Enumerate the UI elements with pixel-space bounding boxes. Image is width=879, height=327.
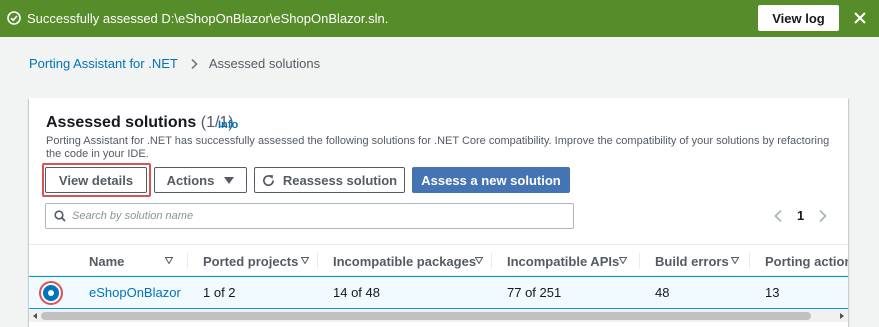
pagination: 1 — [773, 208, 828, 223]
actions-label: Actions — [166, 172, 215, 188]
solution-name-link[interactable]: eShopOnBlazor — [89, 285, 181, 300]
check-circle-icon — [7, 11, 21, 25]
scroll-left-arrow-icon[interactable] — [31, 312, 39, 320]
panel-description: Porting Assistant for .NET has successfu… — [46, 135, 830, 160]
column-separator — [317, 253, 318, 269]
chevron-left-icon[interactable] — [773, 209, 783, 223]
horizontal-scrollbar[interactable] — [29, 310, 848, 322]
table-row[interactable]: eShopOnBlazor 1 of 2 14 of 48 77 of 251 … — [29, 276, 848, 309]
reassess-label: Reassess solution — [282, 172, 398, 188]
column-header-name[interactable]: Name — [89, 245, 124, 277]
chevron-right-icon — [191, 58, 198, 69]
column-separator — [749, 253, 750, 269]
column-header-build-errors[interactable]: Build errors — [655, 245, 729, 277]
flash-message: Successfully assessed D:\eShopOnBlazor\e… — [27, 11, 389, 26]
caret-down-icon — [224, 176, 235, 184]
sort-caret-icon[interactable] — [301, 257, 309, 264]
breadcrumb-root-link[interactable]: Porting Assistant for .NET — [29, 56, 178, 71]
column-header-incompatible-packages[interactable]: Incompatible packages — [333, 245, 476, 277]
current-page[interactable]: 1 — [797, 208, 804, 223]
search-input[interactable] — [72, 210, 562, 222]
scrollbar-thumb[interactable] — [41, 312, 811, 320]
info-link[interactable]: Info — [218, 119, 238, 131]
page-title-text: Assessed solutions — [46, 114, 197, 131]
column-header-incompatible-apis[interactable]: Incompatible APIs — [507, 245, 619, 277]
view-details-button[interactable]: View details — [45, 167, 147, 193]
refresh-icon — [262, 174, 274, 186]
sort-caret-icon[interactable] — [619, 257, 627, 264]
actions-dropdown-button[interactable]: Actions — [154, 167, 247, 193]
cell-build-errors: 48 — [655, 285, 670, 300]
column-header-ported-projects[interactable]: Ported projects — [203, 245, 298, 277]
column-header-porting-actions[interactable]: Porting actions — [765, 245, 848, 277]
column-separator — [639, 253, 640, 269]
breadcrumb-current: Assessed solutions — [208, 56, 321, 71]
search-icon — [54, 210, 66, 222]
assess-new-solution-button[interactable]: Assess a new solution — [412, 167, 570, 193]
scroll-right-arrow-icon[interactable] — [838, 312, 846, 320]
cell-ported-projects: 1 of 2 — [203, 285, 236, 300]
column-separator — [491, 253, 492, 269]
sort-caret-icon[interactable] — [731, 257, 739, 264]
breadcrumb: Porting Assistant for .NET Assessed solu… — [29, 56, 320, 71]
sort-caret-icon[interactable] — [165, 257, 173, 264]
column-separator — [187, 253, 188, 269]
cell-incompatible-apis: 77 of 251 — [507, 285, 562, 300]
view-log-button[interactable]: View log — [758, 5, 839, 31]
table-header: Name Ported projects Incompatible packag… — [29, 244, 848, 276]
search-field[interactable] — [45, 203, 574, 229]
row-select-radio[interactable] — [43, 285, 59, 301]
sort-caret-icon[interactable] — [475, 257, 483, 264]
reassess-solution-button[interactable]: Reassess solution — [254, 167, 405, 193]
close-icon[interactable] — [852, 10, 868, 26]
assessed-solutions-panel: Assessed solutions (1/1) Info Porting As… — [29, 98, 848, 327]
page-title: Assessed solutions (1/1) — [46, 114, 234, 132]
chevron-right-icon[interactable] — [818, 209, 828, 223]
cell-incompatible-packages: 14 of 48 — [333, 285, 380, 300]
success-flashbar: Successfully assessed D:\eShopOnBlazor\e… — [0, 0, 879, 37]
cell-porting-actions: 13 — [765, 285, 780, 300]
